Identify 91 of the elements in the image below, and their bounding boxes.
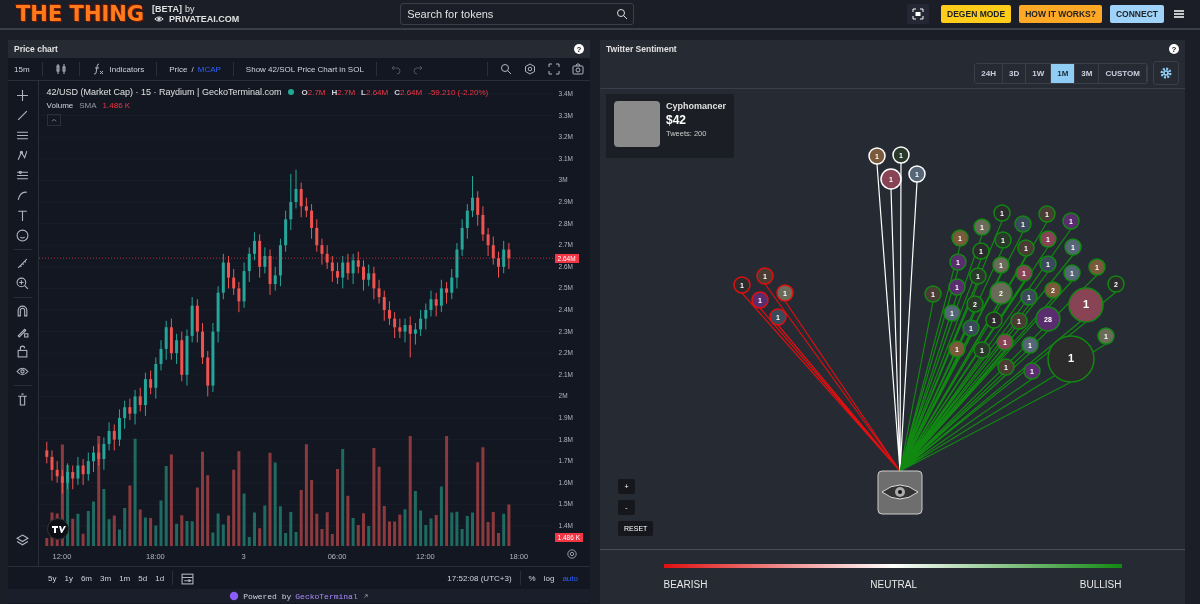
eye-icon[interactable] (16, 365, 30, 378)
fullscreen-icon[interactable] (548, 63, 560, 75)
camera-icon[interactable] (572, 63, 584, 75)
line-tool-icon[interactable] (16, 109, 30, 122)
settings-button[interactable] (1153, 61, 1179, 85)
ohlc-value: H2.7M (331, 87, 356, 97)
candle (76, 456, 79, 486)
mcap-toggle[interactable]: MCAP (197, 64, 221, 74)
chart-legend-title: 42/USD (Market Cap) · 15 · Raydium | GeckoTerminal.com (46, 87, 282, 97)
help-icon[interactable]: ? (574, 44, 584, 54)
period-tab[interactable]: 1M (1051, 63, 1076, 83)
sentiment-label: NEUTRAL (870, 579, 917, 590)
range-button[interactable]: 5y (48, 573, 57, 583)
header-button[interactable]: DEGEN MODE (941, 5, 1012, 23)
time-label: 17:52:08 (UTC+3) (447, 573, 512, 583)
fullscreen-button[interactable] (907, 4, 930, 24)
settings-icon[interactable] (566, 549, 577, 559)
search-field[interactable]: Search for tokens (400, 3, 635, 25)
candle (455, 242, 458, 289)
panel-title: Twitter Sentiment (606, 44, 677, 54)
eye-icon (152, 14, 167, 24)
separator-label: / (191, 64, 194, 74)
lock-icon[interactable] (16, 345, 30, 358)
chevron-up-icon (49, 116, 58, 124)
frame-icon (912, 8, 925, 20)
zoom-search-icon[interactable] (500, 63, 512, 75)
status-dot-icon (287, 88, 296, 96)
ruler-icon[interactable] (16, 257, 30, 270)
candle (346, 253, 349, 281)
search-icon[interactable] (616, 8, 629, 20)
panel-title: Price chart (14, 44, 58, 54)
period-tab[interactable]: 24H (975, 63, 1003, 83)
smiley-icon[interactable] (16, 229, 30, 242)
range-button[interactable]: 6m (80, 573, 93, 583)
profile-price: $42 (665, 113, 687, 127)
show-sol-button[interactable]: Show 42/SOL Price Chart in SOL (245, 64, 364, 74)
by-label: by (184, 4, 195, 14)
help-icon[interactable]: ? (1169, 44, 1179, 54)
sma-label: SMA (79, 101, 97, 110)
range-button[interactable]: 1y (64, 573, 73, 583)
trash-icon[interactable] (16, 393, 30, 406)
photo-placeholder (614, 101, 660, 147)
change-value: -59.210 (-2.20%) (428, 87, 489, 97)
pen-curve-icon[interactable] (16, 189, 30, 202)
ohlc-value: O2.7M (301, 87, 326, 97)
range-button[interactable]: 1d (155, 573, 165, 583)
external-link-icon[interactable] (361, 592, 369, 600)
zoom-in-icon[interactable] (16, 277, 30, 290)
sentiment-label: BULLISH (1079, 579, 1122, 590)
ohlc-value: L2.64M (361, 87, 389, 97)
magnet-icon[interactable] (16, 305, 30, 318)
scale-toggle[interactable]: auto (562, 573, 578, 583)
range-button[interactable]: 3m (100, 573, 112, 583)
scale-toggle[interactable]: % (528, 573, 536, 583)
interval-button[interactable]: 15m (14, 64, 30, 74)
menu-icon[interactable] (1172, 8, 1186, 20)
parallel-lines-icon[interactable] (16, 129, 30, 142)
candle (320, 238, 323, 266)
volume-label: Volume (46, 101, 74, 110)
range-button[interactable]: 1m (119, 573, 131, 583)
avatar-node[interactable]: 1 (1047, 335, 1095, 383)
sentiment-label: BEARISH (663, 579, 708, 590)
range-button[interactable]: 5d (138, 573, 148, 583)
indicators-button[interactable]: Indicators (109, 64, 145, 74)
header-button[interactable]: HOW IT WORKS? (1019, 5, 1102, 23)
brand-label[interactable]: PRIVATEAI.COM (169, 14, 240, 24)
token-node[interactable] (877, 470, 923, 515)
sliders-icon[interactable] (16, 169, 30, 182)
scale-toggle[interactable]: log (543, 573, 555, 583)
volume-value: 1.486 K (102, 101, 131, 110)
beta-label: [BETA] (152, 4, 182, 14)
candle (211, 322, 214, 393)
price-toggle[interactable]: Price (169, 64, 188, 74)
calendar-range-icon[interactable] (181, 571, 195, 585)
ohlc-value: C2.64M (394, 87, 423, 97)
settings-icon (1159, 66, 1173, 80)
crosshair-icon[interactable] (16, 89, 30, 102)
candles-icon[interactable] (54, 63, 67, 75)
powered-label: Powered by (243, 591, 292, 601)
candle (44, 441, 48, 464)
tv-logo-icon[interactable] (46, 518, 69, 540)
header-button[interactable]: CONNECT (1109, 5, 1164, 23)
layers-icon[interactable] (16, 534, 30, 547)
settings-icon[interactable] (524, 63, 536, 75)
function-icon[interactable] (91, 63, 104, 75)
text-tool-icon[interactable] (16, 209, 30, 222)
logo-text[interactable]: THE THING (16, 1, 145, 27)
profile-name: Cyphomancer (665, 101, 726, 111)
gecko-link[interactable]: GeckoTerminal (295, 591, 358, 601)
avatar-node[interactable]: 1 (1068, 287, 1104, 323)
node-path-icon[interactable] (16, 149, 30, 162)
